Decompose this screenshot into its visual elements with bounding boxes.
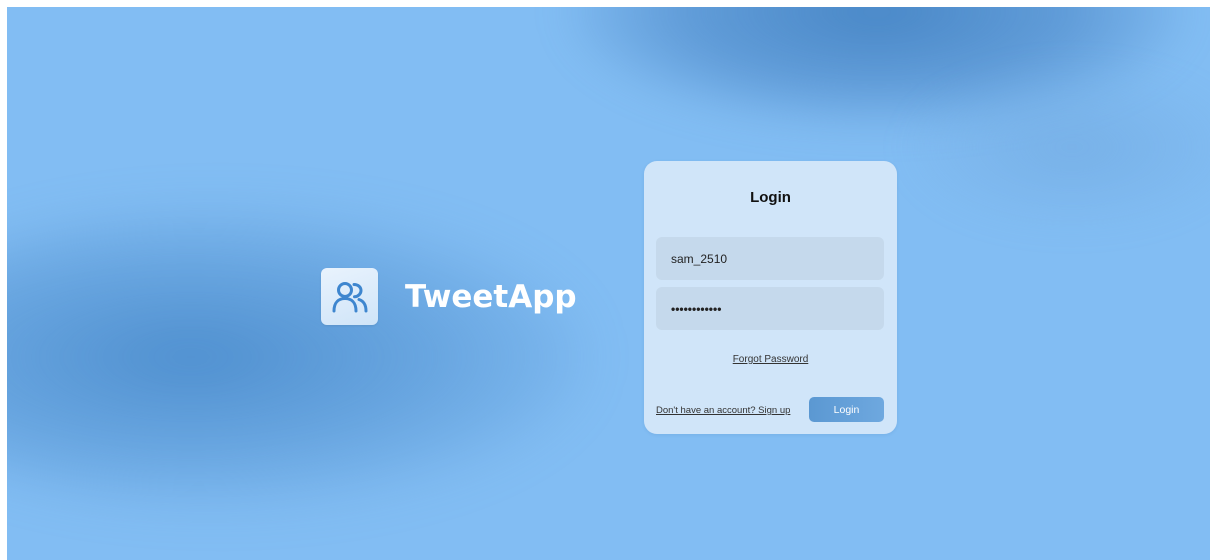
background-blur-shape (7, 207, 587, 507)
login-title: Login (750, 189, 791, 206)
login-card: Login sam_2510 •••••••••••• Forgot Passw… (644, 161, 897, 434)
forgot-password-link[interactable]: Forgot Password (644, 354, 897, 365)
signup-link[interactable]: Don't have an account? Sign up (656, 405, 790, 416)
brand: TweetApp (321, 268, 577, 325)
users-icon (321, 268, 378, 325)
brand-name: TweetApp (405, 278, 577, 315)
password-input[interactable]: •••••••••••• (656, 287, 884, 330)
background-blur-shape (567, 7, 1187, 127)
login-button[interactable]: Login (809, 397, 884, 422)
background-blur-shape (907, 67, 1210, 227)
login-page: TweetApp Login sam_2510 •••••••••••• For… (7, 7, 1210, 560)
username-input[interactable]: sam_2510 (656, 237, 884, 280)
